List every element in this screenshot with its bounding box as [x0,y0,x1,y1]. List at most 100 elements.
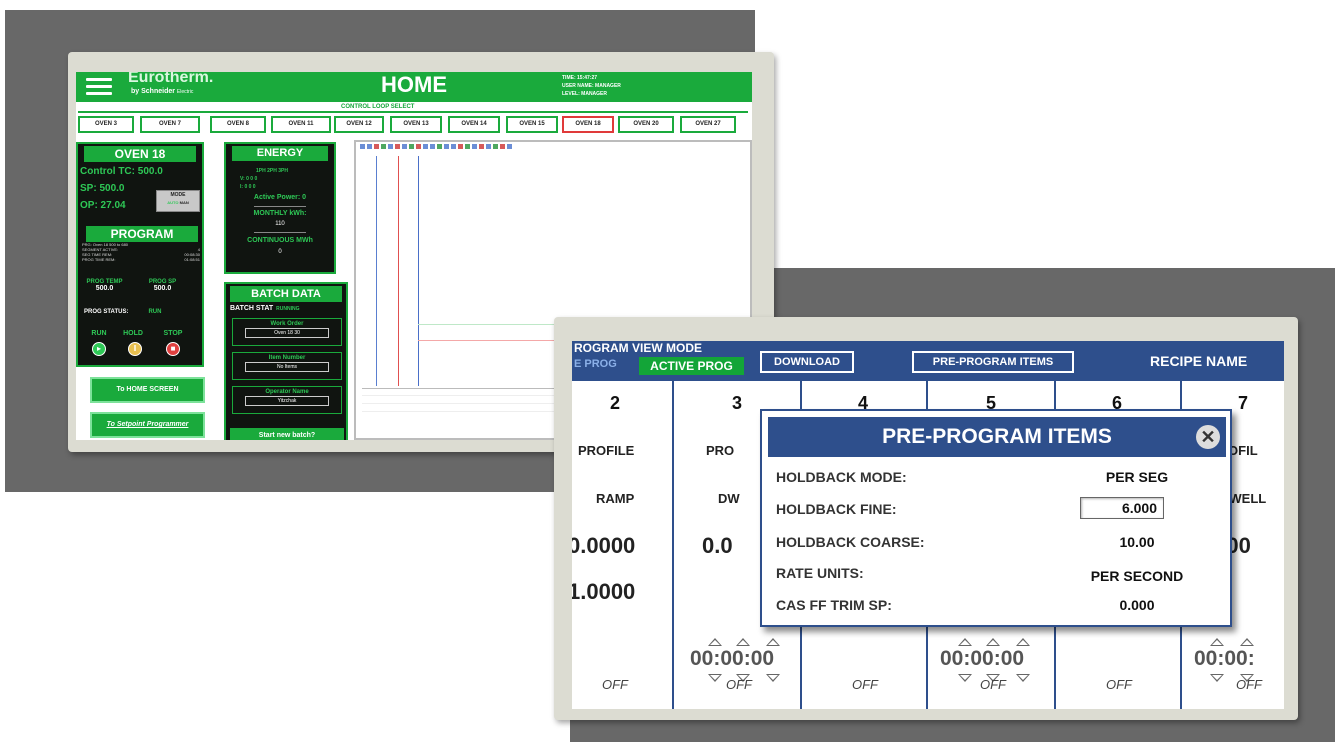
close-icon[interactable]: ✕ [1196,425,1220,449]
batch-title: BATCH DATA [230,286,342,302]
download-button[interactable]: DOWNLOAD [760,351,854,373]
oven-button[interactable]: OVEN 11 [271,116,331,133]
chevron-down-icon[interactable] [1210,674,1224,682]
chevron-down-icon[interactable] [766,674,780,682]
chevron-down-icon[interactable] [1016,674,1030,682]
segment-event-state[interactable]: OFF [602,677,628,692]
chevron-up-icon[interactable] [736,638,750,646]
brand-sub-text: by Schneider [131,88,175,95]
work-order-group: Work Order Oven 18 30 [232,318,342,346]
mode-label: MODE [170,192,186,198]
info-value: 01:08:51 [184,257,200,262]
stop-button-icon[interactable]: ■ [166,342,180,356]
oven-button[interactable]: OVEN 7 [140,116,200,133]
holdback-mode-value[interactable]: PER SEG [1062,469,1212,485]
segment-number: 2 [609,393,620,413]
item-number-group: Item Number No Items [232,352,342,380]
hamburger-menu-icon[interactable] [86,78,112,96]
chevron-down-icon[interactable] [708,674,722,682]
segment-duration[interactable]: 00:00: [1194,647,1255,671]
active-prog-tab[interactable]: ACTIVE PROG [639,357,744,375]
operator-name-field[interactable]: Yitzchak [245,396,329,406]
recipe-name-label[interactable]: RECIPE NAME [1150,353,1247,369]
oven-button[interactable]: OVEN 3 [78,116,134,133]
dialog-title: PRE-PROGRAM ITEMS ✕ [768,417,1226,457]
oven-button[interactable]: OVEN 12 [334,116,384,133]
user-name: USER NAME: MANAGER [562,83,621,89]
work-order-label: Work Order [270,321,304,327]
chevron-up-icon[interactable] [986,638,1000,646]
chevron-up-icon[interactable] [766,638,780,646]
chevron-up-icon[interactable] [958,638,972,646]
to-setpoint-programmer-button[interactable]: To Setpoint Programmer [90,412,205,438]
oven-button[interactable]: OVEN 14 [448,116,500,133]
segment-event-state[interactable]: OFF [726,677,752,692]
oven-button[interactable]: OVEN 15 [506,116,558,133]
holdback-fine-input[interactable]: 6.000 [1080,497,1164,519]
holdback-mode-label: HOLDBACK MODE: [776,469,907,485]
divider [254,206,306,207]
brand-sub-small: Electric [176,89,194,95]
work-order-field[interactable]: Oven 18 30 [245,328,329,338]
mode-auto[interactable]: AUTO [167,200,178,205]
start-new-batch-button[interactable]: Start new batch? [230,428,344,440]
mode-toggle[interactable]: MODE AUTO MAN [156,190,200,212]
trend-cursor-line [376,156,377,386]
to-home-screen-button[interactable]: To HOME SCREEN [90,377,205,403]
segment-event-state[interactable]: OFF [852,677,878,692]
chevron-up-icon[interactable] [1240,638,1254,646]
mode-man[interactable]: MAN [180,200,189,205]
chart-toolbar[interactable] [360,144,660,150]
segment-event-state[interactable]: OFF [980,677,1006,692]
item-number-field[interactable]: No Items [245,362,329,372]
segment-event-state[interactable]: OFF [1236,677,1262,692]
segment-event-state[interactable]: OFF [1106,677,1132,692]
segment-type: PROFILE [578,443,635,458]
control-loop-select-label: CONTROL LOOP SELECT [341,104,415,110]
brand-logo: Eurotherm. [128,72,214,86]
chevron-up-icon[interactable] [708,638,722,646]
user-level: LEVEL: MANAGER [562,91,607,97]
run-button-icon[interactable]: ▸ [92,342,106,356]
program-view-screen: ROGRAM VIEW MODE E PROG ACTIVE PROG DOWN… [572,341,1284,709]
chevron-up-icon[interactable] [1210,638,1224,646]
oven-button[interactable]: OVEN 13 [390,116,442,133]
program-device-frame: ROGRAM VIEW MODE E PROG ACTIVE PROG DOWN… [554,317,1298,720]
column-divider [672,381,674,709]
cas-ff-trim-sp-label: CAS FF TRIM SP: [776,597,892,613]
holdback-coarse-value[interactable]: 10.00 [1062,534,1212,550]
segment-target-value[interactable]: 0.0000 [572,533,635,559]
stop-label: STOP [163,330,183,337]
segment-rate-value[interactable]: 1.0000 [572,579,635,605]
brand-subtitle: by Schneider Electric [131,88,193,95]
rate-units-label: RATE UNITS: [776,565,864,581]
prog-temp: PROG TEMP 500.0 [82,279,127,292]
composite-stage: Eurotherm. by Schneider Electric HOME TI… [0,0,1335,742]
segment-duration[interactable]: 00:00:00 [690,647,774,671]
divider [254,232,306,233]
user-info: TIME: 15:47:27 USER NAME: MANAGER LEVEL:… [562,74,621,98]
oven-button[interactable]: OVEN 20 [618,116,674,133]
oven-button[interactable]: OVEN 27 [680,116,736,133]
rate-units-value[interactable]: PER SECOND [1062,568,1212,584]
trend-cursor-line [398,156,399,386]
oven-button[interactable]: OVEN 8 [210,116,266,133]
chevron-down-icon[interactable] [958,674,972,682]
chevron-up-icon[interactable] [1016,638,1030,646]
prog-sp: PROG SP 500.0 [140,279,185,292]
segment-duration[interactable]: 00:00:00 [940,647,1024,671]
item-number-label: Item Number [268,355,306,361]
segment-target-value[interactable]: 0.0 [702,533,733,559]
energy-current: I: 0 0 0 [240,184,256,190]
batch-stat-label: BATCH STAT [230,305,274,312]
oven-button-active[interactable]: OVEN 18 [562,116,614,133]
cas-ff-trim-sp-value[interactable]: 0.000 [1062,597,1212,613]
dialog-title-text: PRE-PROGRAM ITEMS [882,425,1112,448]
energy-panel: ENERGY 1PH 2PH 3PH V: 0 0 0 I: 0 0 0 Act… [224,142,336,274]
edit-prog-tab[interactable]: E PROG [574,358,617,370]
prog-temp-value: 500.0 [95,285,114,292]
pre-program-items-button[interactable]: PRE-PROGRAM ITEMS [912,351,1074,373]
program-view-header: ROGRAM VIEW MODE E PROG ACTIVE PROG DOWN… [572,341,1284,381]
energy-title: ENERGY [232,146,328,161]
hold-button-icon[interactable]: ‖ [128,342,142,356]
